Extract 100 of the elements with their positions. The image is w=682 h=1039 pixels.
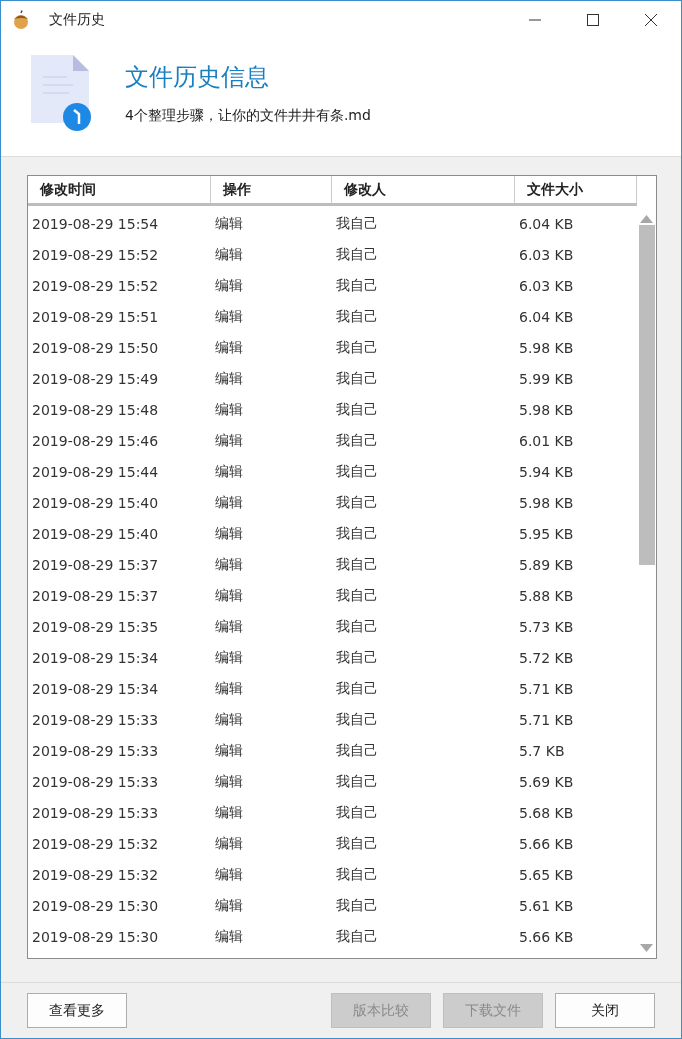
- table-cell-text: 编辑: [214, 896, 244, 915]
- table-cell-text: 2019-08-29 15:40: [31, 494, 160, 511]
- table-cell-text: 2019-08-29 15:50: [31, 339, 160, 356]
- table-cell-text: 我自己: [335, 772, 379, 791]
- table-cell-text: 5.69 KB: [518, 773, 575, 790]
- table-cell-text: 编辑: [214, 462, 244, 481]
- window-title: 文件历史: [49, 11, 105, 29]
- table-cell-text: 2019-08-29 15:35: [31, 618, 160, 635]
- table-cell-text: 2019-08-29 15:30: [31, 928, 160, 945]
- table-cell-text: 5.71 KB: [518, 711, 575, 728]
- table-cell-text: 编辑: [214, 586, 244, 605]
- table-cell-text: 编辑: [214, 927, 244, 946]
- table-cell-text: 5.71 KB: [518, 680, 575, 697]
- table-cell-text: 5.94 KB: [518, 463, 575, 480]
- table-cell-text: 2019-08-29 15:51: [31, 308, 160, 325]
- table-cell-text: 2019-08-29 15:48: [31, 401, 160, 418]
- table-cell-text: 5.73 KB: [518, 618, 575, 635]
- table-cell-text: 编辑: [214, 276, 244, 295]
- table-cell-text: 我自己: [335, 710, 379, 729]
- table-cell-text: 5.72 KB: [518, 649, 575, 666]
- table-cell-text: 2019-08-29 15:33: [31, 773, 160, 790]
- column-header[interactable]: 修改人: [332, 176, 515, 203]
- table-cell-text: 5.65 KB: [518, 866, 575, 883]
- table-cell-text: 我自己: [335, 431, 379, 450]
- table-cell-text: 2019-08-29 15:34: [31, 649, 160, 666]
- table-cell-text: 我自己: [335, 648, 379, 667]
- table-cell-text: 2019-08-29 15:52: [31, 277, 160, 294]
- table-cell-text: 我自己: [335, 741, 379, 760]
- table-cell-text: 5.98 KB: [518, 339, 575, 356]
- table-cell-text: 5.66 KB: [518, 928, 575, 945]
- column-header[interactable]: 文件大小: [515, 176, 637, 203]
- table-cell-text: 2019-08-29 15:52: [31, 246, 160, 263]
- column-header[interactable]: 修改时间: [28, 176, 211, 203]
- table-cell-text: 5.88 KB: [518, 587, 575, 604]
- table-cell-text: 编辑: [214, 834, 244, 853]
- table-cell-text: 我自己: [335, 555, 379, 574]
- table-cell-text: 我自己: [335, 462, 379, 481]
- table-cell-text: 6.03 KB: [518, 246, 575, 263]
- table-cell-text: 编辑: [214, 865, 244, 884]
- table-cell-text: 编辑: [214, 431, 244, 450]
- table-cell-text: 6.04 KB: [518, 215, 575, 232]
- header-title: 文件历史信息: [125, 62, 269, 93]
- table-cell-text: 2019-08-29 15:37: [31, 587, 160, 604]
- footer-button[interactable]: 关闭: [555, 993, 655, 1028]
- table-cell-text: 5.66 KB: [518, 835, 575, 852]
- footer-button[interactable]: 查看更多: [27, 993, 127, 1028]
- table-cell-text: 2019-08-29 15:33: [31, 804, 160, 821]
- table-cell-text: 5.61 KB: [518, 897, 575, 914]
- table-cell-text: 2019-08-29 15:49: [31, 370, 160, 387]
- column-header[interactable]: 操作: [211, 176, 332, 203]
- table-cell-text: 5.89 KB: [518, 556, 575, 573]
- table-cell-text: 编辑: [214, 369, 244, 388]
- table-cell-text: 编辑: [214, 524, 244, 543]
- table-cell-text: 我自己: [335, 369, 379, 388]
- table-cell-text: 我自己: [335, 617, 379, 636]
- table-cell-text: 5.95 KB: [518, 525, 575, 542]
- table-cell-text: 我自己: [335, 586, 379, 605]
- table-cell-text: 2019-08-29 15:44: [31, 463, 160, 480]
- file-name: 4个整理步骤，让你的文件井井有条.md: [125, 107, 371, 125]
- table-cell-text: 6.01 KB: [518, 432, 575, 449]
- table-cell-text: 编辑: [214, 741, 244, 760]
- table-cell-text: 5.99 KB: [518, 370, 575, 387]
- table-cell-text: 2019-08-29 15:33: [31, 711, 160, 728]
- table-cell-text: 编辑: [214, 617, 244, 636]
- table-cell-text: 2019-08-29 15:40: [31, 525, 160, 542]
- table-cell-text: 2019-08-29 15:33: [31, 742, 160, 759]
- table-cell-text: 2019-08-29 15:30: [31, 897, 160, 914]
- table-cell-text: 我自己: [335, 834, 379, 853]
- table-cell-text: 编辑: [214, 214, 244, 233]
- table-cell-text: 2019-08-29 15:32: [31, 835, 160, 852]
- table-cell-text: 我自己: [335, 400, 379, 419]
- table-cell-text: 我自己: [335, 803, 379, 822]
- table-cell-text: 5.98 KB: [518, 494, 575, 511]
- table-cell-text: 5.98 KB: [518, 401, 575, 418]
- table-cell-text: 2019-08-29 15:34: [31, 680, 160, 697]
- table-cell-text: 我自己: [335, 307, 379, 326]
- table-cell-text: 我自己: [335, 896, 379, 915]
- table-cell-text: 编辑: [214, 648, 244, 667]
- table-cell-text: 编辑: [214, 555, 244, 574]
- table-cell-text: 我自己: [335, 865, 379, 884]
- table-cell-text: 我自己: [335, 524, 379, 543]
- table-cell-text: 我自己: [335, 493, 379, 512]
- table-cell-text: 编辑: [214, 803, 244, 822]
- table-cell-text: 我自己: [335, 245, 379, 264]
- table-cell-text: 我自己: [335, 276, 379, 295]
- table-cell-text: 编辑: [214, 245, 244, 264]
- table-cell-text: 我自己: [335, 214, 379, 233]
- table-cell-text: 编辑: [214, 400, 244, 419]
- table-cell-text: 2019-08-29 15:54: [31, 215, 160, 232]
- table-cell-text: 编辑: [214, 307, 244, 326]
- table-cell-text: 编辑: [214, 710, 244, 729]
- table-cell-text: 我自己: [335, 679, 379, 698]
- table-cell-text: 编辑: [214, 679, 244, 698]
- table-cell-text: 2019-08-29 15:32: [31, 866, 160, 883]
- table-cell-text: 6.04 KB: [518, 308, 575, 325]
- table-cell-text: 我自己: [335, 927, 379, 946]
- table-cell-text: 编辑: [214, 338, 244, 357]
- table-cell-text: 我自己: [335, 338, 379, 357]
- table-cell-text: 6.03 KB: [518, 277, 575, 294]
- table-cell-text: 5.7 KB: [518, 742, 566, 759]
